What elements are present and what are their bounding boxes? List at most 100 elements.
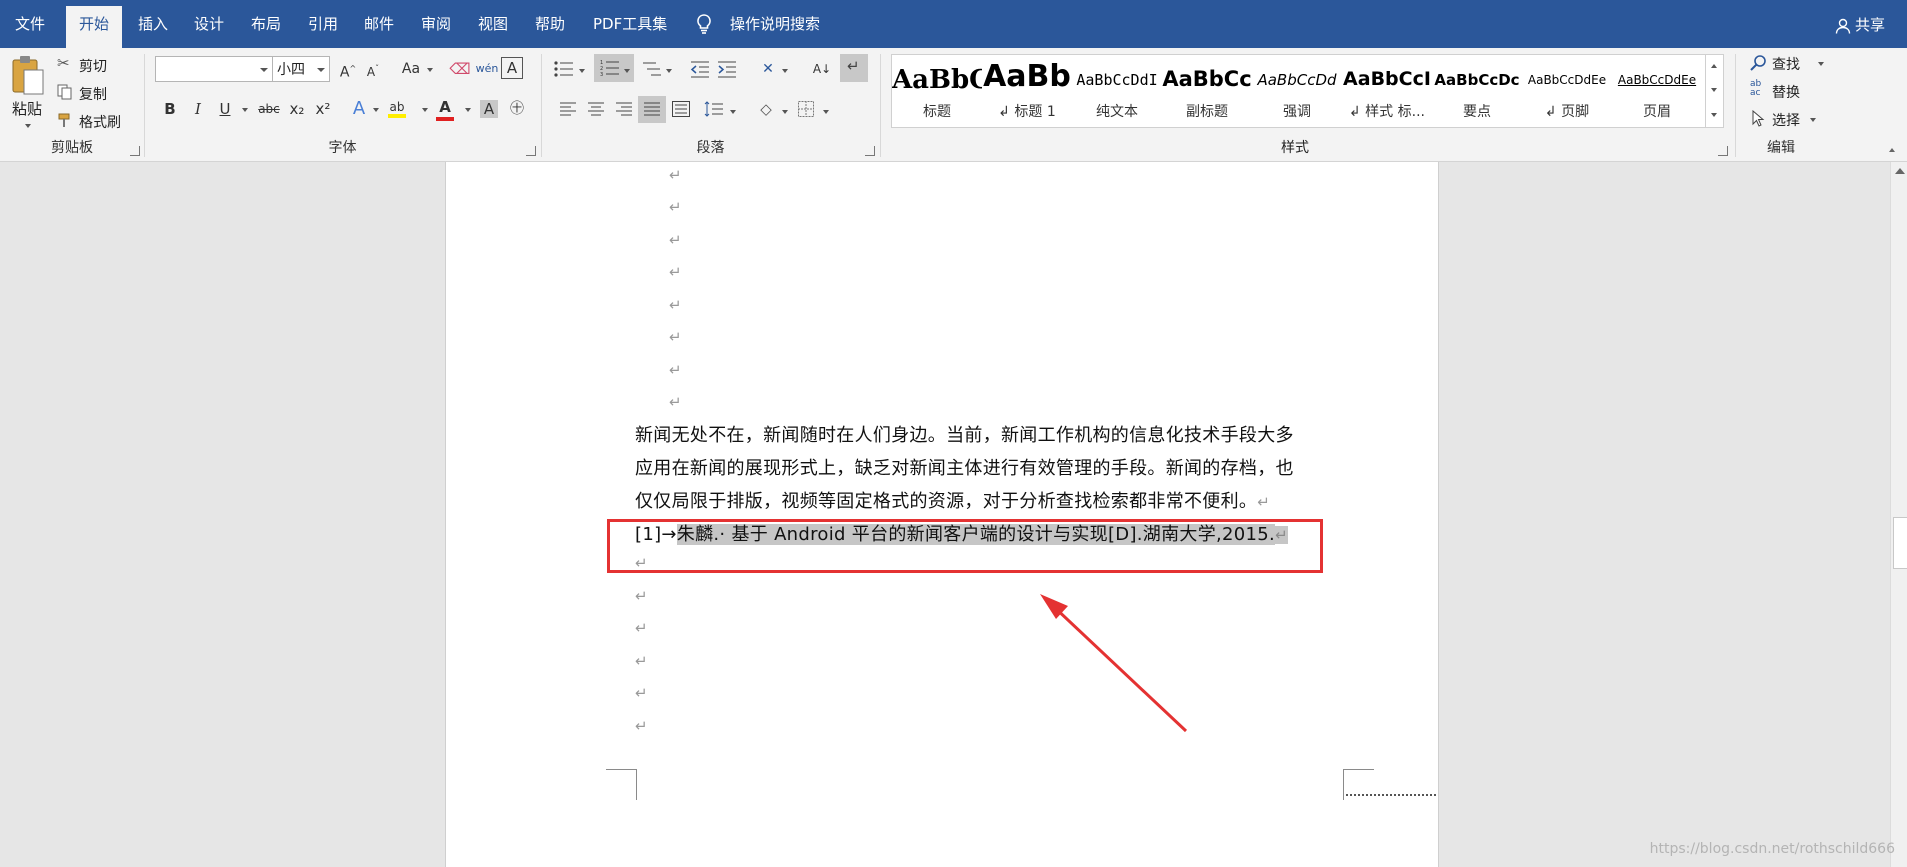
phonetic-guide-icon[interactable]: wén [475,57,499,81]
chevron-down-icon [624,69,630,73]
paragraph-mark: ↵ [669,393,682,411]
style-plain-text[interactable]: AaBbCcDdI 纯文本 [1072,55,1162,127]
numbered-list-icon: 123 [600,60,619,77]
style-key-point[interactable]: AaBbCcDc 要点 [1432,55,1522,127]
scroll-up-icon[interactable] [1711,64,1717,68]
font-size-value: 小四 [277,62,305,78]
style-custom[interactable]: AaBbCcI ↲ 样式 标... [1342,55,1432,127]
bullet-list-icon[interactable] [554,60,574,78]
tab-layout[interactable]: 布局 [249,0,283,48]
tell-me-search[interactable]: 操作说明搜索 [728,0,822,48]
clipboard-group: 粘贴 ✂ 剪切 复制 格式刷 剪贴板 [0,48,144,161]
dialog-launcher-icon[interactable] [130,146,140,156]
bold-button[interactable]: B [158,97,182,121]
format-painter-button[interactable]: 格式刷 [57,110,142,132]
document-page[interactable]: ↵ ↵ ↵ ↵ ↵ ↵ ↵ ↵ 新闻无处不在，新闻随时在人们身边。当前，新闻工作… [445,162,1439,867]
subscript-button[interactable]: x₂ [285,97,309,121]
chevron-down-icon [427,68,433,72]
paragraph-mark: ↵ [635,587,648,605]
cut-label: 剪切 [79,59,107,75]
copy-button[interactable]: 复制 [57,82,137,104]
tab-insert[interactable]: 插入 [136,0,170,48]
style-emphasis[interactable]: AaBbCcDd 强调 [1252,55,1342,127]
style-header[interactable]: AaBbCcDdEe 页眉 [1612,55,1702,127]
dialog-launcher-icon[interactable] [865,146,875,156]
collapse-ribbon-icon[interactable] [1889,148,1895,152]
justify-button[interactable] [638,96,666,123]
decrease-indent-icon[interactable] [690,60,710,78]
change-case-button[interactable]: Aa [396,57,426,81]
select-button[interactable]: 选择 [1750,108,1830,130]
tab-mailings[interactable]: 邮件 [362,0,396,48]
tab-help[interactable]: 帮助 [533,0,567,48]
style-footer[interactable]: AaBbCcDdEe ↲ 页脚 [1522,55,1612,127]
paste-button[interactable]: 粘贴 [8,52,48,132]
chinese-layout-icon[interactable]: ✕ [756,57,780,81]
paragraph-mark: ↵ [669,263,682,281]
tab-design[interactable]: 设计 [192,0,226,48]
style-subtitle[interactable]: AaBbCc 副标题 [1162,55,1252,127]
group-divider [880,54,881,157]
more-styles-icon[interactable] [1711,113,1717,117]
font-name-combo[interactable] [155,56,273,82]
scroll-thumb[interactable] [1893,517,1907,569]
document-workspace: ↵ ↵ ↵ ↵ ↵ ↵ ↵ ↵ 新闻无处不在，新闻随时在人们身边。当前，新闻工作… [0,162,1890,867]
dialog-launcher-icon[interactable] [526,146,536,156]
shading-icon[interactable]: ◇ [754,97,778,121]
replace-label: 替换 [1772,85,1800,101]
font-size-combo[interactable]: 小四 [272,56,330,82]
share-button[interactable]: 共享 [1835,0,1885,48]
annotation-highlight-box [607,519,1323,573]
styles-group-label: 样式 [1281,140,1309,156]
chevron-down-icon [242,108,248,112]
italic-button[interactable]: I [186,97,210,121]
align-left-icon[interactable] [560,102,576,116]
tab-home[interactable]: 开始 [66,6,123,48]
distributed-icon[interactable] [672,101,690,117]
vertical-scrollbar[interactable] [1890,162,1907,867]
align-right-icon[interactable] [616,102,632,116]
chevron-down-icon [465,108,471,112]
paragraph-mark: ↵ [635,652,648,670]
style-title[interactable]: AaBbC 标题 [892,55,982,127]
text-effects-icon[interactable]: A [347,97,371,121]
chevron-down-icon [25,124,31,128]
sort-icon[interactable]: A↓ [810,57,834,81]
highlight-color-button[interactable]: ab [385,95,409,119]
increase-indent-icon[interactable] [717,60,737,78]
character-border-icon[interactable]: A [501,57,523,79]
scroll-up-icon[interactable] [1895,168,1905,174]
clipboard-group-label: 剪贴板 [51,140,93,156]
tab-view[interactable]: 视图 [476,0,510,48]
tab-file[interactable]: 文件 [13,0,47,48]
show-formatting-marks-button[interactable]: ↵ [840,54,868,82]
shrink-font-button[interactable]: Aˇ [361,57,385,81]
replace-button[interactable]: ab ac 替换 [1750,80,1830,102]
enclose-characters-icon[interactable]: ㊉ [505,97,529,121]
margin-corner-mark [606,769,637,800]
character-shading-icon[interactable]: A [480,100,498,118]
numbering-button[interactable]: 123 [594,54,634,82]
borders-icon[interactable] [798,101,814,117]
styles-gallery-scroll[interactable] [1705,54,1724,128]
align-center-icon[interactable] [588,102,604,116]
body-text-line: 新闻无处不在，新闻随时在人们身边。当前，新闻工作机构的信息化技术手段大多 [635,425,1294,446]
grow-font-button[interactable]: A^ [336,57,360,81]
menu-bar: 文件 开始 插入 设计 布局 引用 邮件 审阅 视图 帮助 PDF工具集 操作说… [0,0,1907,48]
tab-pdf-tools[interactable]: PDF工具集 [591,0,669,48]
multilevel-list-icon[interactable] [642,60,662,78]
cut-button[interactable]: ✂ 剪切 [57,54,137,76]
strikethrough-button[interactable]: abc [254,97,284,121]
paste-icon [12,56,44,95]
style-heading-1[interactable]: AaBb ↲ 标题 1 [982,55,1072,127]
line-spacing-icon[interactable] [704,101,724,117]
find-button[interactable]: 查找 [1750,52,1830,74]
scroll-down-icon[interactable] [1711,88,1717,92]
superscript-button[interactable]: x² [311,97,335,121]
tab-review[interactable]: 审阅 [419,0,453,48]
clear-formatting-icon[interactable]: ⌫ [448,57,472,81]
tab-references[interactable]: 引用 [306,0,340,48]
paste-label: 粘贴 [12,100,43,118]
font-color-button[interactable]: A [433,95,457,119]
underline-button[interactable]: U [213,97,237,121]
